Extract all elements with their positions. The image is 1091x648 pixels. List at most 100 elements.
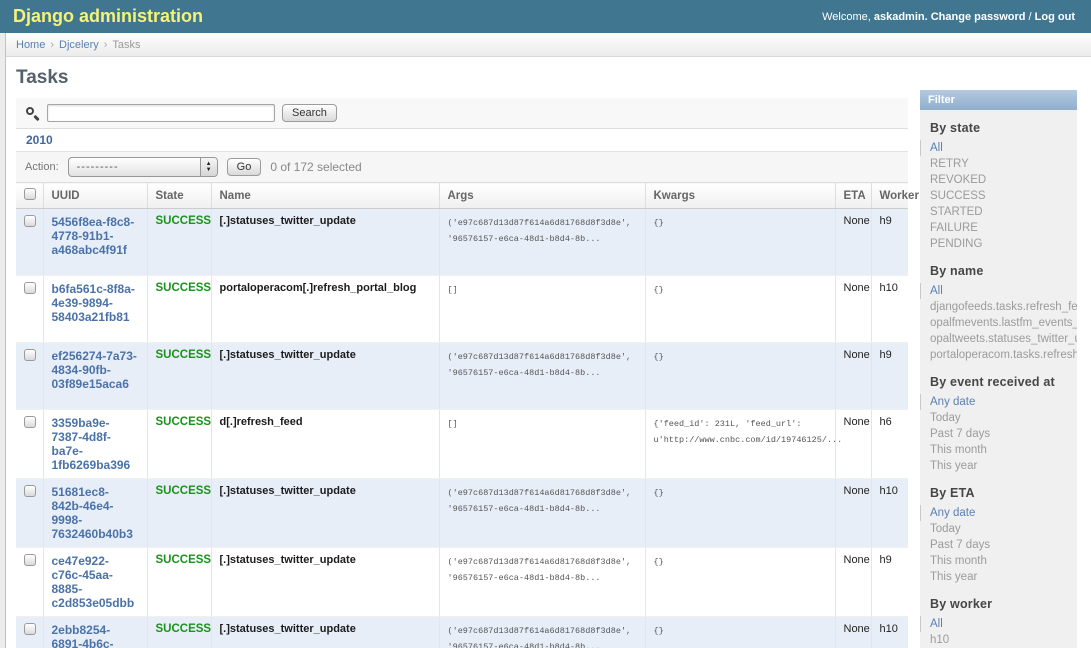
search-button[interactable]: Search	[282, 104, 337, 122]
row-checkbox[interactable]	[24, 349, 36, 361]
table-row: 3359ba9e-7387-4d8f-ba7e-1fb6269ba396 SUC…	[16, 410, 908, 479]
row-checkbox[interactable]	[24, 485, 36, 497]
state-badge: SUCCESS	[156, 282, 212, 294]
table-header-row: UUID State Name Args Kwargs ETA Worker	[16, 183, 908, 209]
task-uuid-link[interactable]: 2ebb8254-6891-4b6c-a0e7-fab80c404287	[52, 623, 139, 648]
search-input[interactable]	[47, 104, 275, 122]
filter-state-started[interactable]: STARTED	[930, 204, 1077, 220]
filter-state-revoked[interactable]: REVOKED	[930, 172, 1077, 188]
filter-state-failure[interactable]: FAILURE	[930, 220, 1077, 236]
change-password-link[interactable]: Change password	[931, 11, 1026, 23]
task-args: ('e97c687d13d87f614a6d81768d8f3d8e', '96…	[448, 349, 637, 381]
breadcrumb-app[interactable]: Djcelery	[59, 39, 99, 51]
task-eta: None	[835, 209, 871, 276]
filter-state-retry[interactable]: RETRY	[930, 156, 1077, 172]
column-header-state[interactable]: State	[147, 183, 211, 209]
filter-received-this-month[interactable]: This month	[930, 442, 1077, 458]
filter-eta-this-year[interactable]: This year	[930, 569, 1077, 585]
row-checkbox[interactable]	[24, 215, 36, 227]
state-badge: SUCCESS	[156, 416, 212, 428]
filter-received-today[interactable]: Today	[930, 410, 1077, 426]
column-header-worker[interactable]: Worker	[871, 183, 908, 209]
go-button[interactable]: Go	[227, 158, 262, 176]
task-name: d[.]refresh_feed	[220, 416, 303, 428]
row-checkbox[interactable]	[24, 623, 36, 635]
filter-name-refresh-feed[interactable]: djangofeeds.tasks.refresh_feed	[930, 299, 1077, 315]
column-header-uuid[interactable]: UUID	[43, 183, 147, 209]
filter-state-success[interactable]: SUCCESS	[930, 188, 1077, 204]
filter-section-title: By event received at	[930, 375, 1077, 389]
date-hierarchy: 2010	[16, 129, 908, 152]
filter-panel: Filter By state All RETRY REVOKED SUCCES…	[920, 90, 1077, 648]
filter-state-all[interactable]: All	[920, 140, 1077, 156]
selection-counter: 0 of 172 selected	[270, 160, 361, 174]
breadcrumb-home[interactable]: Home	[16, 39, 45, 51]
filter-section-title: By state	[930, 121, 1077, 135]
task-uuid-link[interactable]: 3359ba9e-7387-4d8f-ba7e-1fb6269ba396	[52, 416, 139, 472]
table-row: ce47e922-c76c-45aa-8885-c2d853e05dbb SUC…	[16, 548, 908, 617]
select-all-cell	[16, 183, 43, 209]
task-kwargs: {}	[654, 349, 827, 365]
task-eta: None	[835, 548, 871, 617]
task-uuid-link[interactable]: ef256274-7a73-4834-90fb-03f89e15aca6	[52, 349, 139, 391]
filter-section-by-state: By state All RETRY REVOKED SUCCESS START…	[920, 110, 1077, 253]
task-uuid-link[interactable]: 51681ec8-842b-46e4-9998-7632460b40b3	[52, 485, 139, 541]
task-kwargs: {'feed_id': 231L, 'feed_url': u'http://w…	[654, 416, 827, 448]
site-title[interactable]: Django administration	[13, 6, 203, 27]
task-args: []	[448, 282, 637, 298]
task-name: [.]statuses_twitter_update	[220, 349, 356, 361]
filter-section-by-name: By name All djangofeeds.tasks.refresh_fe…	[920, 253, 1077, 364]
filter-received-past7days[interactable]: Past 7 days	[930, 426, 1077, 442]
task-kwargs: {}	[654, 282, 827, 298]
state-badge: SUCCESS	[156, 554, 212, 566]
filter-section-title: By ETA	[930, 486, 1077, 500]
filter-section-title: By name	[930, 264, 1077, 278]
task-kwargs: {}	[654, 485, 827, 501]
row-checkbox[interactable]	[24, 282, 36, 294]
task-worker: h6	[871, 410, 908, 479]
task-eta: None	[835, 617, 871, 648]
table-row: 51681ec8-842b-46e4-9998-7632460b40b3 SUC…	[16, 479, 908, 548]
filter-eta-past7days[interactable]: Past 7 days	[930, 537, 1077, 553]
breadcrumb-current: Tasks	[112, 39, 140, 51]
filter-name-twitter-update[interactable]: opaltweets.statuses_twitter_update	[930, 331, 1077, 347]
breadcrumb-separator: ›	[50, 39, 54, 51]
filter-name-lastfm-events[interactable]: opalfmevents.lastfm_events_update	[930, 315, 1077, 331]
logout-link[interactable]: Log out	[1035, 11, 1075, 23]
task-worker: h10	[871, 479, 908, 548]
column-header-args[interactable]: Args	[439, 183, 645, 209]
task-uuid-link[interactable]: ce47e922-c76c-45aa-8885-c2d853e05dbb	[52, 554, 139, 610]
task-uuid-link[interactable]: b6fa561c-8f8a-4e39-9894-58403a21fb81	[52, 282, 139, 324]
task-args: ('e97c687d13d87f614a6d81768d8f3d8e', '96…	[448, 623, 637, 648]
filter-received-this-year[interactable]: This year	[930, 458, 1077, 474]
task-uuid-link[interactable]: 5456f8ea-f8c8-4778-91b1-a468abc4f91f	[52, 215, 139, 257]
task-worker: h10	[871, 276, 908, 343]
action-select[interactable]: --------- ▲▼	[68, 157, 218, 177]
column-header-kwargs[interactable]: Kwargs	[645, 183, 835, 209]
filter-name-refresh-portal[interactable]: portaloperacom.tasks.refresh_portal_blog	[930, 347, 1077, 363]
task-args: ('e97c687d13d87f614a6d81768d8f3d8e', '96…	[448, 485, 637, 517]
filter-eta-any-date[interactable]: Any date	[920, 505, 1077, 521]
filter-eta-this-month[interactable]: This month	[930, 553, 1077, 569]
row-checkbox[interactable]	[24, 554, 36, 566]
search-toolbar: Search	[16, 98, 908, 129]
app-header: Django administration Welcome, askadmin.…	[0, 0, 1091, 33]
filter-section-by-worker: By worker All h10 h8 h6	[920, 586, 1077, 648]
filter-state-pending[interactable]: PENDING	[930, 236, 1077, 252]
select-all-checkbox[interactable]	[24, 188, 36, 200]
column-header-eta[interactable]: ETA	[835, 183, 871, 209]
task-eta: None	[835, 276, 871, 343]
task-worker: h10	[871, 617, 908, 648]
filter-worker-all[interactable]: All	[920, 616, 1077, 632]
filter-name-all[interactable]: All	[920, 283, 1077, 299]
task-args: ('e97c687d13d87f614a6d81768d8f3d8e', '96…	[448, 215, 637, 247]
task-eta: None	[835, 479, 871, 548]
filter-eta-today[interactable]: Today	[930, 521, 1077, 537]
filter-worker-h10[interactable]: h10	[930, 632, 1077, 648]
task-worker: h9	[871, 343, 908, 410]
row-checkbox[interactable]	[24, 416, 36, 428]
task-name: portaloperacom[.]refresh_portal_blog	[220, 282, 417, 294]
column-header-name[interactable]: Name	[211, 183, 439, 209]
date-hierarchy-year-link[interactable]: 2010	[26, 133, 53, 147]
filter-received-any-date[interactable]: Any date	[920, 394, 1077, 410]
